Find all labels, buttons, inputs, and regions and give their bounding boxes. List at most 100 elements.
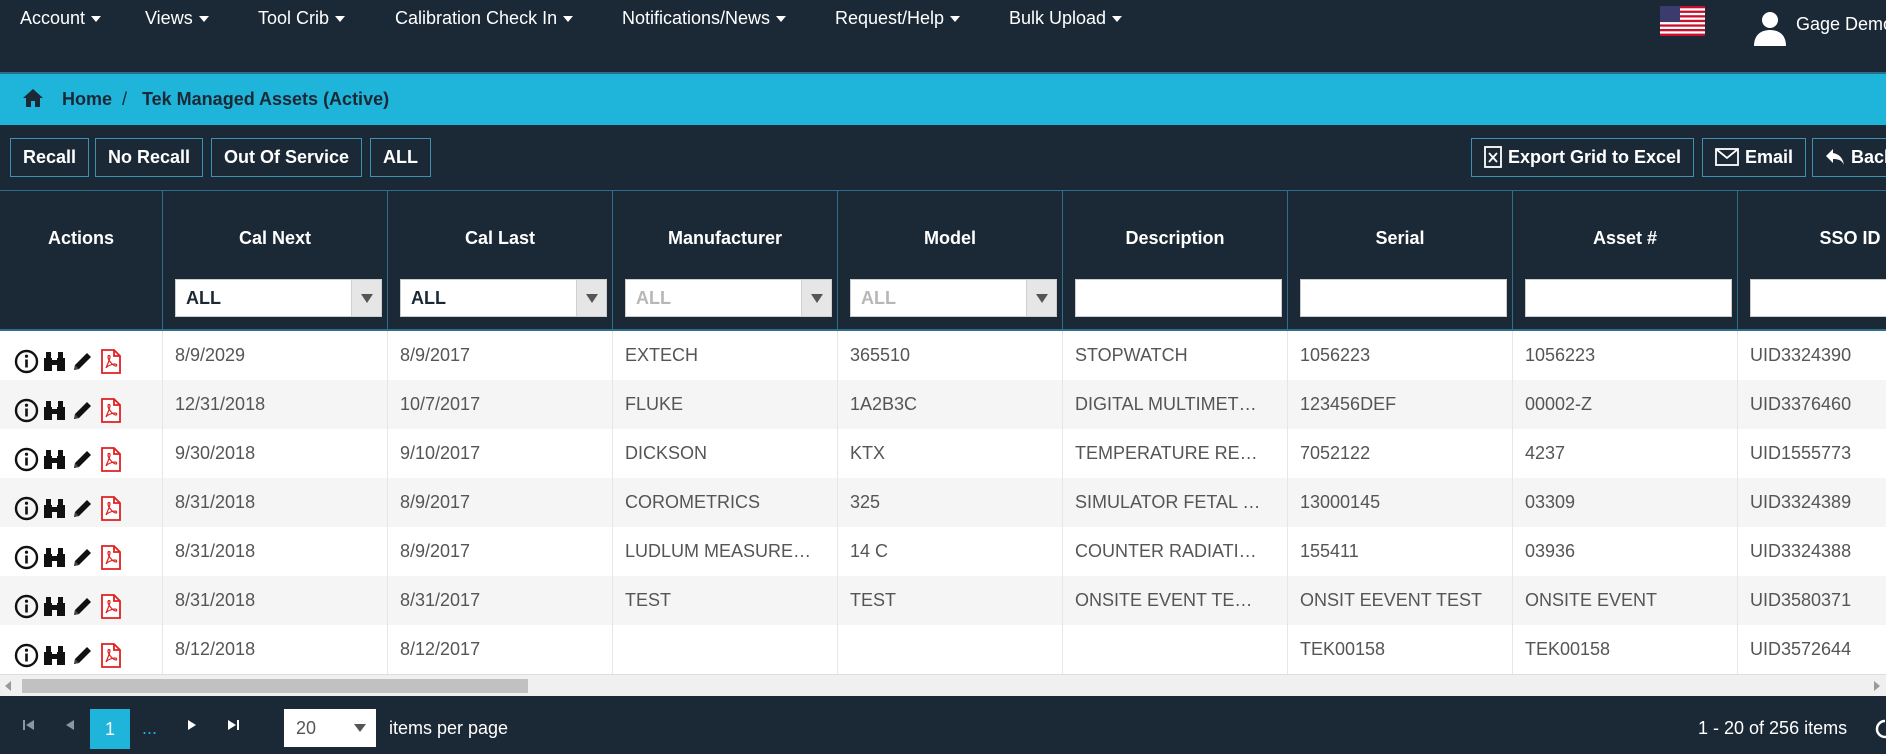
column-header-serial[interactable]: Serial xyxy=(1288,191,1513,266)
envelope-icon xyxy=(1715,147,1739,166)
asset-number-filter-input[interactable] xyxy=(1525,279,1732,317)
column-header-description[interactable]: Description xyxy=(1063,191,1288,266)
user-name[interactable]: Gage Demo xyxy=(1796,14,1886,35)
sso-id-filter-input[interactable] xyxy=(1750,279,1886,317)
column-header-asset-number[interactable]: Asset # xyxy=(1513,191,1738,266)
nav-bulk-upload[interactable]: Bulk Upload xyxy=(1009,8,1123,29)
scrollbar-thumb[interactable] xyxy=(22,679,528,693)
binoculars-icon[interactable] xyxy=(42,491,67,518)
recall-filter-button[interactable]: Recall xyxy=(10,138,90,177)
column-header-actions: Actions xyxy=(0,191,163,266)
info-icon[interactable] xyxy=(14,393,39,422)
cell-description: ONSITE EVENT TE… xyxy=(1063,576,1288,625)
nav-notifications-news[interactable]: Notifications/News xyxy=(622,8,787,29)
cell-sso-id: UID3324389 xyxy=(1738,478,1886,527)
nav-account[interactable]: Account xyxy=(20,8,102,29)
pdf-icon[interactable] xyxy=(98,442,123,472)
scroll-right-icon[interactable] xyxy=(1874,681,1880,691)
cell-asset-number: 1056223 xyxy=(1513,331,1738,380)
next-page-icon[interactable] xyxy=(177,710,207,740)
cell-cal-next: 9/30/2018 xyxy=(163,429,388,478)
manufacturer-filter-select[interactable]: ALL xyxy=(625,279,832,317)
email-label: Email xyxy=(1745,147,1794,167)
pencil-icon[interactable] xyxy=(70,491,95,517)
previous-page-icon[interactable] xyxy=(55,710,85,740)
nav-calibration-check-in[interactable]: Calibration Check In xyxy=(395,8,574,29)
binoculars-icon[interactable] xyxy=(42,344,67,371)
column-header-model[interactable]: Model xyxy=(838,191,1063,266)
page-size-select[interactable]: 20 xyxy=(284,709,376,747)
column-header-cal-next[interactable]: Cal Next xyxy=(163,191,388,266)
all-filter-button[interactable]: ALL xyxy=(370,138,431,177)
no-recall-filter-button[interactable]: No Recall xyxy=(95,138,204,177)
email-button[interactable]: Email xyxy=(1702,138,1807,177)
column-header-sso-id[interactable]: SSO ID xyxy=(1738,191,1886,266)
cell-asset-number: 4237 xyxy=(1513,429,1738,478)
pencil-icon[interactable] xyxy=(70,589,95,615)
caret-down-icon xyxy=(335,16,346,23)
refresh-icon[interactable] xyxy=(1872,716,1886,742)
dropdown-arrow-icon[interactable] xyxy=(576,280,606,316)
info-icon[interactable] xyxy=(14,491,39,520)
user-icon[interactable] xyxy=(1750,6,1790,46)
current-page-button[interactable]: 1 xyxy=(90,709,130,749)
cell-sso-id: UID3324390 xyxy=(1738,331,1886,380)
cell-model xyxy=(838,625,1063,674)
more-pages-link[interactable]: ... xyxy=(142,718,157,739)
info-icon[interactable] xyxy=(14,589,39,618)
nav-views[interactable]: Views xyxy=(145,8,209,29)
breadcrumb-home[interactable]: Home xyxy=(62,89,112,110)
pencil-icon[interactable] xyxy=(70,540,95,566)
pdf-icon[interactable] xyxy=(98,638,123,668)
first-page-icon[interactable] xyxy=(14,710,44,740)
home-icon[interactable] xyxy=(22,88,44,108)
dropdown-arrow-icon[interactable] xyxy=(1026,280,1056,316)
cell-serial: 7052122 xyxy=(1288,429,1513,478)
pdf-icon[interactable] xyxy=(98,491,123,521)
binoculars-icon[interactable] xyxy=(42,393,67,420)
cell-manufacturer xyxy=(613,625,838,674)
binoculars-icon[interactable] xyxy=(42,540,67,567)
scroll-left-icon[interactable] xyxy=(5,681,11,691)
cell-sso-id: UID3580371 xyxy=(1738,576,1886,625)
pencil-icon[interactable] xyxy=(70,393,95,419)
back-button[interactable]: Back xyxy=(1812,138,1886,177)
column-header-manufacturer[interactable]: Manufacturer xyxy=(613,191,838,266)
pencil-icon[interactable] xyxy=(70,442,95,468)
dropdown-arrow-icon[interactable] xyxy=(801,280,831,316)
serial-filter-input[interactable] xyxy=(1300,279,1507,317)
binoculars-icon[interactable] xyxy=(42,638,67,665)
table-row: 8/9/2029 8/9/2017 EXTECH 365510 STOPWATCH 105… xyxy=(0,331,1886,380)
info-icon[interactable] xyxy=(14,442,39,471)
info-icon[interactable] xyxy=(14,638,39,667)
out-of-service-filter-button[interactable]: Out Of Service xyxy=(211,138,363,177)
pdf-icon[interactable] xyxy=(98,344,123,374)
column-header-cal-last[interactable]: Cal Last xyxy=(388,191,613,266)
grid-body: 8/9/2029 8/9/2017 EXTECH 365510 STOPWATCH 105… xyxy=(0,331,1886,674)
cell-description xyxy=(1063,625,1288,674)
cell-manufacturer: LUDLUM MEASURE… xyxy=(613,527,838,576)
binoculars-icon[interactable] xyxy=(42,589,67,616)
nav-tool-crib[interactable]: Tool Crib xyxy=(258,8,346,29)
horizontal-scrollbar[interactable] xyxy=(0,674,1886,696)
pencil-icon[interactable] xyxy=(70,638,95,664)
us-flag-icon[interactable] xyxy=(1660,6,1705,36)
info-icon[interactable] xyxy=(14,540,39,569)
caret-down-icon xyxy=(563,16,574,23)
description-filter-input[interactable] xyxy=(1075,279,1282,317)
pencil-icon[interactable] xyxy=(70,344,95,370)
dropdown-arrow-icon[interactable] xyxy=(351,280,381,316)
export-excel-button[interactable]: Export Grid to Excel xyxy=(1471,138,1695,177)
cell-cal-last: 8/31/2017 xyxy=(388,576,613,625)
row-actions xyxy=(0,527,163,576)
model-filter-select[interactable]: ALL xyxy=(850,279,1057,317)
pdf-icon[interactable] xyxy=(98,589,123,619)
cal-next-filter-select[interactable]: ALL xyxy=(175,279,382,317)
pdf-icon[interactable] xyxy=(98,540,123,570)
last-page-icon[interactable] xyxy=(218,710,248,740)
binoculars-icon[interactable] xyxy=(42,442,67,469)
pdf-icon[interactable] xyxy=(98,393,123,423)
info-icon[interactable] xyxy=(14,344,39,373)
cal-last-filter-select[interactable]: ALL xyxy=(400,279,607,317)
nav-request-help[interactable]: Request/Help xyxy=(835,8,961,29)
